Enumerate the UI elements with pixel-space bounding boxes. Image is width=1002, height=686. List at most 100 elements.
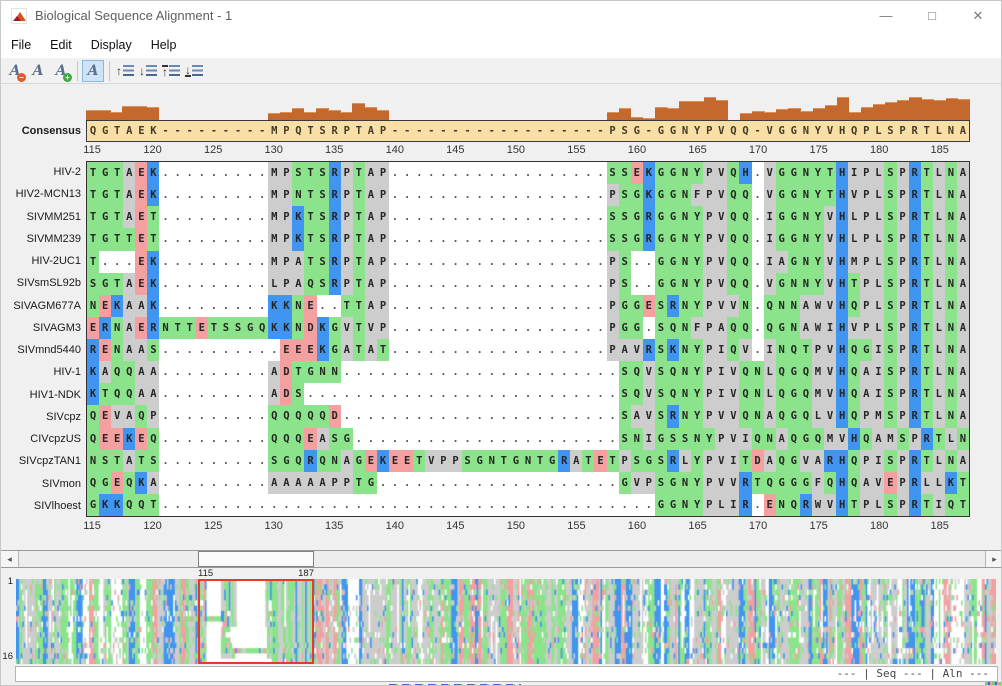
residue-cell[interactable]: S [618,361,631,384]
residue-cell[interactable]: . [485,339,498,362]
residue-cell[interactable]: K [376,449,390,472]
residue-cell[interactable]: P [340,250,353,273]
residue-cell[interactable]: N [485,449,498,472]
residue-cell[interactable]: A [316,471,329,494]
residue-cell[interactable]: . [751,228,764,251]
residue-cell[interactable]: . [171,493,184,516]
residue-cell[interactable]: P [703,294,716,317]
residue-cell[interactable]: L [932,184,945,207]
residue-cell[interactable]: A [799,316,812,339]
residue-cell[interactable]: V [727,361,740,384]
residue-cell[interactable]: . [256,228,269,251]
sequence-name[interactable]: HIV2-MCN13 [1,183,81,205]
residue-cell[interactable]: T [413,449,426,472]
residue-cell[interactable]: Q [787,493,800,516]
residue-cell[interactable]: S [884,162,897,185]
residue-cell[interactable]: N [944,184,957,207]
residue-cell[interactable]: . [425,184,438,207]
residue-cell[interactable]: E [135,162,148,185]
residue-cell[interactable]: . [183,471,196,494]
residue-cell[interactable]: N [799,272,812,295]
residue-cell[interactable]: P [703,250,716,273]
residue-cell[interactable]: . [425,316,438,339]
residue-cell[interactable]: . [534,361,547,384]
residue-cell[interactable]: . [244,493,257,516]
residue-cell[interactable]: . [546,294,559,317]
residue-cell[interactable]: M [872,405,885,428]
residue-cell[interactable]: G [787,449,800,472]
residue-cell[interactable]: . [437,471,450,494]
residue-cell[interactable]: . [509,339,522,362]
residue-cell[interactable]: . [159,383,172,406]
residue-cell[interactable]: A [123,272,136,295]
residue-cell[interactable]: T [111,449,124,472]
residue-cell[interactable]: Q [824,471,837,494]
residue-cell[interactable]: N [763,427,776,450]
residue-cell[interactable]: G [787,471,800,494]
residue-cell[interactable]: . [534,272,547,295]
residue-cell[interactable]: . [207,449,220,472]
residue-cell[interactable]: N [944,294,957,317]
residue-cell[interactable]: . [449,184,462,207]
residue-cell[interactable]: I [727,449,740,472]
residue-cell[interactable]: . [497,471,510,494]
residue-cell[interactable]: . [558,361,571,384]
residue-cell[interactable]: N [956,427,969,450]
residue-cell[interactable]: A [811,449,824,472]
residue-cell[interactable]: V [872,471,885,494]
residue-cell[interactable]: . [195,228,208,251]
residue-cell[interactable]: . [521,339,535,362]
residue-cell[interactable]: T [147,493,160,516]
residue-cell[interactable]: V [824,339,837,362]
residue-cell[interactable]: S [884,449,897,472]
residue-cell[interactable]: Y [691,162,704,185]
residue-cell[interactable]: . [244,471,257,494]
residue-cell[interactable]: R [799,493,812,516]
residue-cell[interactable]: V [739,339,752,362]
residue-cell[interactable]: . [244,294,257,317]
residue-cell[interactable]: . [256,162,269,185]
residue-cell[interactable]: Q [848,339,861,362]
residue-cell[interactable]: . [352,361,365,384]
residue-cell[interactable]: H [836,405,849,428]
residue-cell[interactable]: G [87,493,100,516]
residue-cell[interactable]: Q [739,361,752,384]
residue-cell[interactable]: P [340,184,353,207]
residue-cell[interactable]: . [207,383,220,406]
residue-cell[interactable]: . [546,184,559,207]
residue-cell[interactable]: . [497,206,510,229]
residue-cell[interactable]: Q [727,228,740,251]
residue-cell[interactable]: R [328,184,341,207]
residue-cell[interactable]: . [171,471,184,494]
residue-cell[interactable]: V [630,339,643,362]
residue-cell[interactable]: . [195,339,208,362]
residue-cell[interactable]: Q [763,294,776,317]
residue-cell[interactable]: N [87,294,100,317]
residue-cell[interactable]: M [268,206,281,229]
residue-cell[interactable]: R [908,493,921,516]
residue-cell[interactable]: . [413,361,426,384]
residue-cell[interactable]: T [920,449,933,472]
residue-cell[interactable]: . [473,206,486,229]
residue-cell[interactable]: . [401,339,414,362]
residue-cell[interactable]: P [376,316,390,339]
residue-cell[interactable]: . [244,339,257,362]
residue-cell[interactable]: S [884,339,897,362]
residue-cell[interactable]: . [195,184,208,207]
residue-cell[interactable]: . [219,206,232,229]
residue-cell[interactable]: P [606,294,619,317]
residue-cell[interactable]: . [256,339,269,362]
residue-cell[interactable]: . [171,250,184,273]
residue-cell[interactable]: . [207,184,220,207]
residue-cell[interactable]: S [219,316,232,339]
residue-cell[interactable]: A [570,449,583,472]
residue-cell[interactable]: V [824,294,837,317]
residue-cell[interactable]: K [111,493,124,516]
residue-cell[interactable]: P [860,162,873,185]
residue-cell[interactable]: . [497,184,510,207]
residue-cell[interactable]: K [147,272,160,295]
residue-cell[interactable]: I [872,361,885,384]
residue-cell[interactable]: E [642,294,655,317]
sequence-name[interactable]: CIVcpzUS [1,428,81,450]
residue-cell[interactable]: G [787,162,800,185]
